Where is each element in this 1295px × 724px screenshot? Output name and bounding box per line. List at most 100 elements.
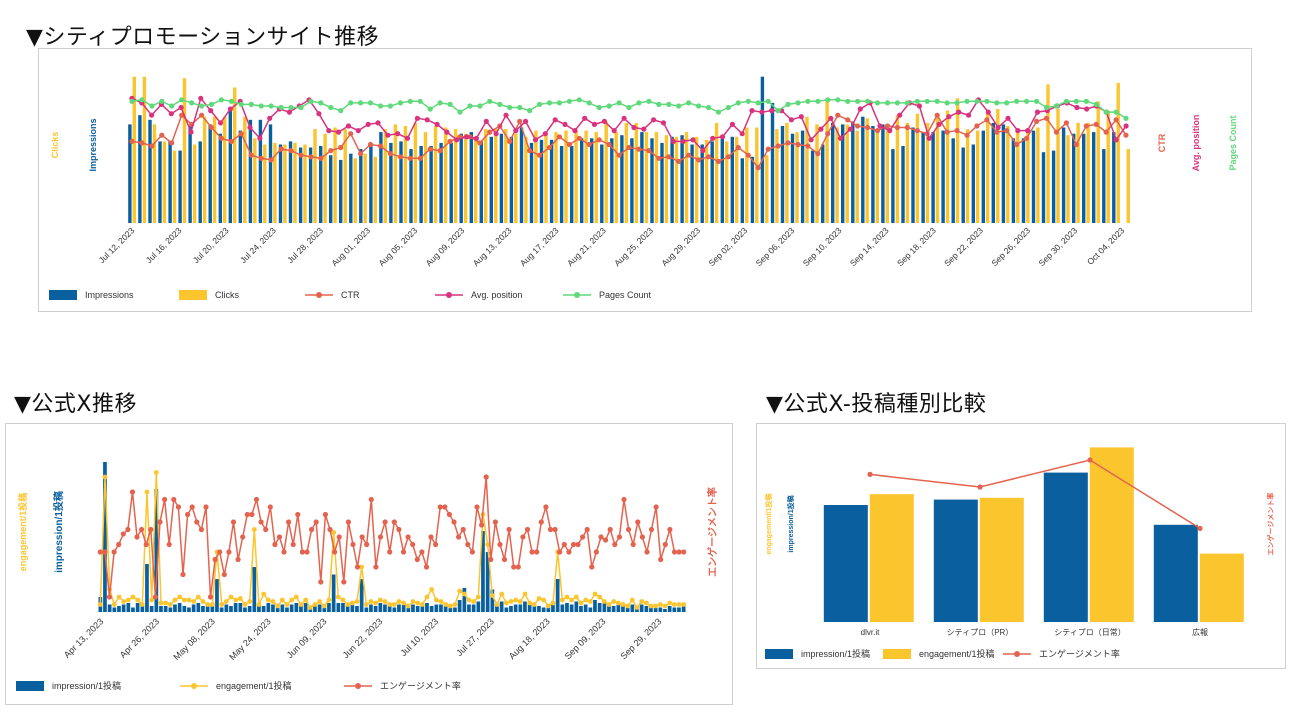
impressions-bar [961, 147, 965, 223]
x-post-type-chart: dlvr.it シティプロ（PR） シティプロ（日常） 広報 engagement/1投… [764, 447, 1275, 659]
impression-bar [1153, 524, 1198, 622]
engagement-point [676, 602, 682, 607]
pages-count-point [934, 98, 940, 104]
engagement-rate-point [442, 504, 448, 510]
engagement-rate-point [139, 526, 145, 533]
clicks-bar [474, 136, 478, 223]
impressions-bar [660, 142, 664, 223]
impression-bar [196, 603, 201, 612]
avg-position-point [847, 126, 854, 132]
impression-bar [565, 603, 569, 612]
pages-count-point [1093, 101, 1099, 107]
ctr-point [328, 148, 334, 154]
impression-bar [681, 606, 686, 612]
engagement-rate-point [157, 519, 163, 525]
x-tick-label: Apr 13, 2023 [62, 616, 106, 660]
impression-bar [387, 606, 392, 612]
engagement-point [265, 597, 271, 603]
pages-count-point [397, 100, 403, 106]
impressions-bar [991, 122, 995, 223]
impressions-bar [509, 136, 514, 223]
pages-count-point [189, 100, 195, 106]
engagement-point [415, 600, 421, 606]
x-tick-label: Sep 30, 2023 [1036, 225, 1079, 268]
ctr-point [676, 158, 682, 164]
pages-count-point [318, 100, 324, 106]
ctr-point [258, 155, 264, 161]
clicks-bar [1116, 82, 1120, 224]
impression-bar [453, 607, 457, 612]
impression-bar [299, 606, 303, 612]
engagement-rate-point [520, 534, 526, 540]
impression-bar [429, 606, 434, 612]
pages-count-point [626, 104, 632, 111]
engagement-rate-point [492, 519, 498, 525]
impression-bar [168, 607, 173, 612]
avg-position-point [887, 128, 893, 134]
impressions-bar [570, 146, 574, 223]
engagement-point [284, 602, 290, 607]
clicks-bar [654, 132, 659, 223]
clicks-bar [233, 87, 237, 223]
clicks-bar [785, 122, 789, 223]
x-tick-label: Sep 02, 2023 [706, 225, 749, 268]
engagement-point [634, 605, 640, 610]
x-tick-label: Jul 12, 2023 [97, 225, 137, 265]
clicks-bar [604, 121, 608, 223]
legend-swatch-impressions [49, 290, 77, 300]
avg-position-point [1084, 106, 1090, 112]
legend-swatch-engagement [883, 649, 911, 659]
impressions-bar [831, 122, 835, 223]
impression-axis-label: impression/1投稿 [52, 491, 65, 573]
avg-position-point [719, 134, 726, 140]
impressions-bar [459, 133, 463, 223]
ctr-point [437, 148, 443, 154]
clicks-bar [333, 127, 337, 223]
impressions-bar [921, 132, 925, 223]
clicks-bar [875, 129, 879, 223]
pages-count-point [437, 100, 443, 106]
engagement-point [275, 603, 281, 609]
pages-count-point [636, 100, 642, 106]
engagement-rate-point [414, 556, 420, 563]
clicks-bar [1066, 135, 1070, 223]
x-tick-label: Jul 20, 2023 [191, 225, 231, 265]
impressions-bar [429, 146, 433, 223]
ctr-point [546, 144, 553, 151]
ctr-point [1004, 128, 1010, 134]
impression-bar [471, 604, 476, 612]
engagement-rate-point [272, 541, 278, 548]
pages-count-point [477, 103, 483, 109]
avg-position-point [227, 106, 233, 112]
impressions-bar [1082, 133, 1086, 223]
ctr-point [348, 131, 354, 137]
engagement-point [489, 593, 495, 598]
clicks-bar [825, 98, 829, 223]
engagement-rate-point [148, 526, 154, 533]
ctr-point [745, 152, 751, 158]
impression-bar [397, 604, 401, 612]
avg-position-point [562, 121, 568, 127]
ctr-point [387, 151, 393, 157]
clicks-bar [1006, 126, 1010, 223]
engagement-rate-point [607, 526, 613, 533]
engagement-point [186, 597, 192, 603]
engagement-point [550, 600, 556, 606]
impression-bar [285, 607, 289, 612]
engagement-rate-point [391, 519, 397, 525]
engagement-point [536, 596, 542, 601]
engagement-point [625, 603, 631, 609]
ctr-point [129, 138, 135, 144]
impression-bar [457, 600, 462, 612]
pages-count-point [686, 100, 692, 106]
pages-count-point [1014, 98, 1020, 104]
pages-count-point [944, 100, 950, 106]
ctr-point [218, 135, 224, 141]
impression-bar [383, 604, 387, 612]
impression-bar [579, 606, 583, 612]
engagement-rate-point [671, 549, 678, 555]
impression-bar [672, 607, 677, 612]
pages-count-point [1004, 100, 1010, 106]
engagement-rate-point [446, 511, 452, 518]
ctr-point [904, 124, 910, 131]
